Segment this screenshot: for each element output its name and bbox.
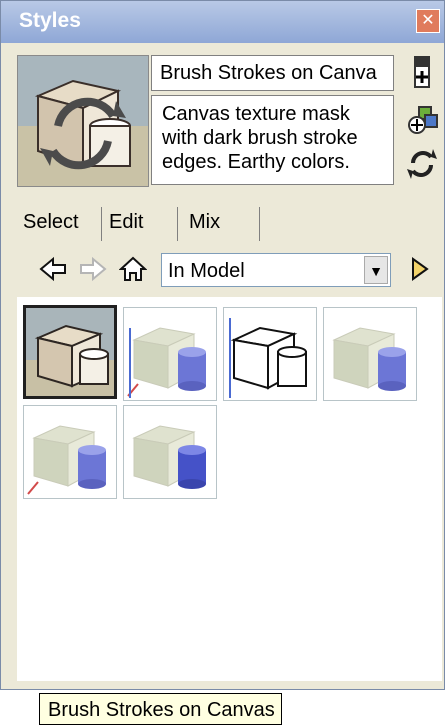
style-thumbnail-shaded-4[interactable] — [123, 405, 217, 499]
shaded-style-icon — [124, 406, 216, 498]
chevron-down-icon[interactable]: ▼ — [364, 256, 388, 284]
styles-window: Styles ✕ Brush Strokes on Canva Canvas t… — [0, 0, 445, 725]
back-arrow-icon[interactable] — [39, 255, 67, 283]
navigation-bar: In Model ▼ — [1, 249, 444, 289]
style-thumbnail-shaded-1[interactable] — [123, 307, 217, 401]
style-description-field[interactable]: Canvas texture mask with dark brush stro… — [151, 95, 394, 185]
details-arrow-icon[interactable] — [405, 255, 433, 283]
tab-divider — [101, 207, 102, 241]
style-thumbnail-sketch[interactable] — [223, 307, 317, 401]
tab-divider — [177, 207, 178, 241]
title-bar[interactable]: Styles ✕ — [1, 1, 444, 43]
tab-divider — [259, 207, 260, 241]
style-gallery: Brush Strokes on Canvas — [17, 297, 442, 725]
collection-dropdown-value: In Model — [168, 260, 245, 282]
style-name-field[interactable]: Brush Strokes on Canva — [151, 55, 394, 91]
tab-mix[interactable]: Mix — [189, 203, 220, 241]
style-tooltip: Brush Strokes on Canvas — [39, 693, 282, 725]
style-thumbnail-shaded-2[interactable] — [323, 307, 417, 401]
window-title: Styles — [19, 9, 81, 32]
brush-strokes-thumbnail-icon — [18, 56, 148, 186]
style-thumbnail[interactable] — [17, 55, 149, 187]
forward-arrow-icon[interactable] — [79, 255, 107, 283]
home-icon[interactable] — [118, 255, 148, 283]
style-header: Brush Strokes on Canva Canvas texture ma… — [1, 43, 444, 193]
sketch-style-icon — [224, 308, 316, 400]
refresh-icon[interactable] — [405, 147, 439, 181]
brush-strokes-style-icon — [26, 308, 114, 396]
tab-strip: Select Edit Mix — [17, 203, 427, 243]
style-thumbnail-brush-strokes[interactable] — [23, 305, 117, 399]
style-thumbnail-shaded-3[interactable] — [23, 405, 117, 499]
update-style-icon[interactable] — [405, 101, 439, 135]
create-new-style-icon[interactable] — [405, 55, 439, 89]
shaded-style-icon — [124, 308, 216, 400]
close-icon[interactable]: ✕ — [416, 9, 440, 33]
tab-edit[interactable]: Edit — [109, 203, 143, 241]
shaded-style-icon — [24, 406, 116, 498]
shaded-style-icon — [324, 308, 416, 400]
collection-dropdown[interactable]: In Model ▼ — [161, 253, 391, 287]
tab-select[interactable]: Select — [23, 203, 79, 241]
